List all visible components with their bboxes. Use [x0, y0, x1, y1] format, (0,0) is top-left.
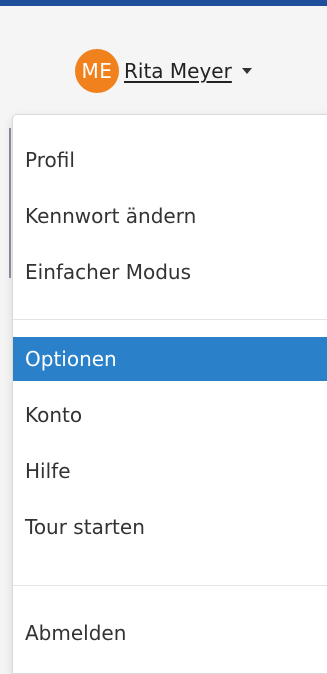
page-left-edge-mark [9, 128, 11, 278]
menu-item-abmelden[interactable]: Abmelden [13, 611, 327, 655]
avatar[interactable]: ME [75, 49, 119, 93]
menu-item-einfacher-modus[interactable]: Einfacher Modus [13, 250, 327, 294]
user-dropdown-menu: Profil Kennwort ändern Einfacher Modus O… [12, 114, 327, 674]
menu-item-profil[interactable]: Profil [13, 138, 327, 182]
menu-item-hilfe[interactable]: Hilfe [13, 449, 327, 493]
menu-item-optionen[interactable]: Optionen [13, 337, 327, 381]
menu-divider [13, 319, 327, 320]
caret-down-icon[interactable] [241, 68, 252, 74]
menu-item-konto[interactable]: Konto [13, 393, 327, 437]
user-menu-toggle[interactable]: ME Rita Meyer [75, 48, 252, 94]
top-accent-bar [0, 0, 327, 6]
menu-divider [13, 585, 327, 586]
user-name-link[interactable]: Rita Meyer [124, 59, 232, 83]
menu-item-kennwort-aendern[interactable]: Kennwort ändern [13, 194, 327, 238]
top-bar: ME Rita Meyer [0, 0, 327, 114]
menu-item-tour-starten[interactable]: Tour starten [13, 505, 327, 549]
